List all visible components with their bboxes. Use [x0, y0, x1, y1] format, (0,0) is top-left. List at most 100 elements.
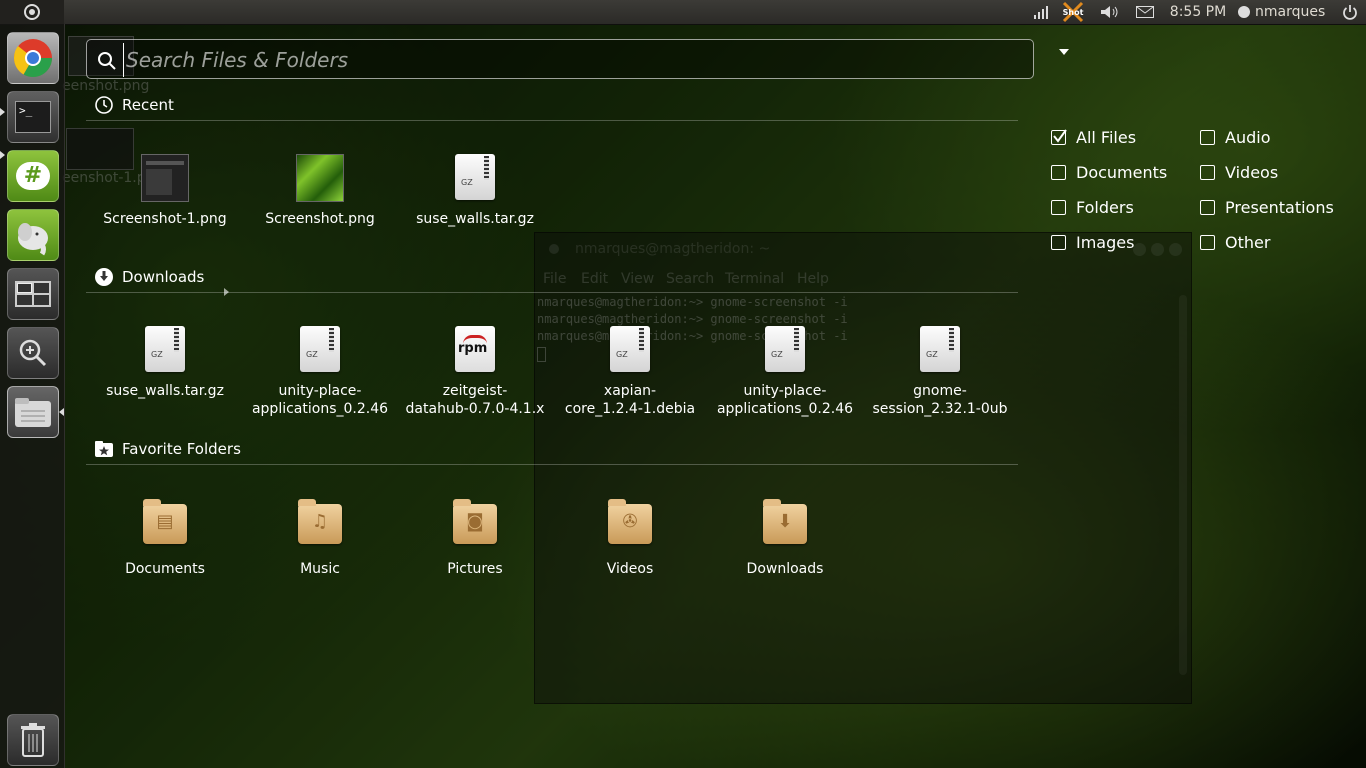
image-thumbnail-icon: [141, 154, 189, 202]
network-signal-icon[interactable]: [1030, 0, 1052, 24]
download-item[interactable]: rpm zeitgeist- datahub-0.7.0-4.1.x: [400, 326, 550, 418]
filter-label: Images: [1076, 232, 1135, 252]
section-recent-title: Recent: [122, 96, 174, 114]
dash: Recent Screenshot-1.png Screenshot.png G…: [64, 24, 1366, 768]
power-icon[interactable]: [1338, 0, 1362, 24]
favorite-folder[interactable]: ◙ Pictures: [400, 498, 550, 578]
search-dropdown-arrow-icon[interactable]: [1059, 49, 1069, 55]
favorite-folder[interactable]: ▤ Documents: [90, 498, 240, 578]
section-recent-header[interactable]: Recent: [94, 94, 174, 116]
download-item-label-1: suse_walls.tar.gz: [106, 383, 224, 399]
archive-gz-icon: GZ: [455, 154, 495, 200]
filter-images[interactable]: Images: [1051, 232, 1134, 252]
download-item[interactable]: GZ xapian- core_1.2.4-1.debia: [555, 326, 705, 418]
launcher-chromium[interactable]: [7, 32, 59, 84]
section-favorites-title: Favorite Folders: [122, 440, 241, 458]
checkbox-checked-icon[interactable]: [1051, 128, 1067, 145]
download-item-label-1: zeitgeist-: [442, 383, 508, 399]
bfb-logo-icon: [24, 4, 40, 20]
archive-gz-icon: GZ: [610, 326, 650, 372]
user-menu[interactable]: nmarques: [1238, 0, 1334, 24]
download-item[interactable]: GZ suse_walls.tar.gz: [90, 326, 240, 400]
filter-audio[interactable]: Audio: [1200, 127, 1270, 147]
download-item-label-1: unity-place-: [743, 383, 827, 399]
download-icon: [95, 268, 113, 286]
recent-item[interactable]: Screenshot-1.png: [90, 154, 240, 228]
launcher-terminal[interactable]: >_: [7, 91, 59, 143]
recent-item[interactable]: Screenshot.png: [245, 154, 395, 228]
archive-gz-icon: GZ: [145, 326, 185, 372]
user-name: nmarques: [1255, 4, 1326, 20]
download-item[interactable]: GZ gnome- session_2.32.1-0ub: [865, 326, 1015, 418]
shot-applet-icon[interactable]: Shot: [1060, 0, 1086, 24]
clock[interactable]: 8:55 PM: [1167, 0, 1229, 24]
filter-presentations[interactable]: Presentations: [1200, 197, 1334, 217]
launcher-trash[interactable]: [7, 714, 59, 766]
search-box[interactable]: [86, 39, 1034, 79]
search-input[interactable]: [123, 43, 1028, 77]
filter-label: All Files: [1076, 127, 1137, 147]
archive-gz-icon: GZ: [920, 326, 960, 372]
launcher: >_ #: [0, 24, 65, 768]
checkbox-icon[interactable]: [1200, 234, 1215, 250]
download-item-label-2: core_1.2.4-1.debia: [564, 401, 696, 417]
checkbox-icon[interactable]: [1200, 129, 1215, 145]
filter-other[interactable]: Other: [1200, 232, 1270, 252]
checkbox-icon[interactable]: [1200, 164, 1215, 180]
download-item-label-1: xapian-: [603, 383, 657, 399]
recent-item[interactable]: GZ suse_walls.tar.gz: [400, 154, 550, 228]
mail-icon[interactable]: [1133, 0, 1157, 24]
favorite-folder-label: Videos: [606, 561, 654, 577]
launcher-applications[interactable]: [7, 327, 59, 379]
download-item[interactable]: GZ unity-place- applications_0.2.46: [245, 326, 395, 418]
trash-icon: [21, 723, 45, 757]
launcher-gimp[interactable]: [7, 209, 59, 261]
checkbox-icon[interactable]: [1051, 234, 1066, 250]
chrome-icon: [13, 39, 53, 78]
workspace-switcher-icon: [15, 281, 51, 307]
favorite-folder[interactable]: ✇ Videos: [555, 498, 705, 578]
launcher-workspaces[interactable]: [7, 268, 59, 320]
applications-zoom-icon: [19, 339, 47, 367]
favorite-folder-label: Documents: [125, 561, 205, 577]
checkbox-icon[interactable]: [1200, 199, 1215, 215]
filter-label: Audio: [1225, 127, 1271, 147]
documents-folder-icon: ▤: [143, 499, 187, 544]
bfb-button[interactable]: [0, 0, 64, 24]
download-item[interactable]: GZ unity-place- applications_0.2.46: [710, 326, 860, 418]
running-indicator: [0, 151, 5, 159]
favorite-folder[interactable]: ⬇ Downloads: [710, 498, 860, 578]
filter-label: Documents: [1076, 162, 1168, 182]
top-panel: Shot 8:55 PM nmarques: [0, 0, 1366, 25]
checkbox-icon[interactable]: [1051, 199, 1066, 215]
download-item-label-2: datahub-0.7.0-4.1.x: [405, 401, 545, 417]
section-divider: [86, 292, 1018, 293]
image-thumbnail-icon: [296, 154, 344, 202]
volume-icon[interactable]: [1098, 0, 1122, 24]
archive-gz-icon: GZ: [765, 326, 805, 372]
filter-label: Presentations: [1225, 197, 1334, 217]
filter-videos[interactable]: Videos: [1200, 162, 1278, 182]
launcher-files[interactable]: [7, 386, 59, 438]
section-downloads-header[interactable]: Downloads: [94, 266, 204, 288]
running-indicator: [0, 108, 5, 116]
download-item-label-1: gnome-: [913, 383, 967, 399]
launcher-chat[interactable]: #: [7, 150, 59, 202]
search-icon: [98, 52, 116, 70]
filter-label: Other: [1225, 232, 1271, 252]
section-favorites-header[interactable]: Favorite Folders: [94, 438, 241, 460]
filter-label: Folders: [1076, 197, 1134, 217]
star-folder-icon: [95, 441, 113, 457]
user-status-icon: [1238, 6, 1250, 18]
clock-icon: [95, 96, 113, 114]
downloads-folder-icon: ⬇: [763, 499, 807, 544]
shot-label: Shot: [1062, 7, 1084, 17]
filter-all-files[interactable]: All Files: [1051, 127, 1136, 147]
checkbox-icon[interactable]: [1051, 164, 1066, 180]
favorite-folder[interactable]: ♫ Music: [245, 498, 395, 578]
terminal-icon: >_: [15, 101, 51, 133]
recent-item-label: Screenshot.png: [265, 211, 375, 227]
filter-folders[interactable]: Folders: [1051, 197, 1134, 217]
favorite-folder-label: Downloads: [746, 561, 824, 577]
filter-documents[interactable]: Documents: [1051, 162, 1167, 182]
